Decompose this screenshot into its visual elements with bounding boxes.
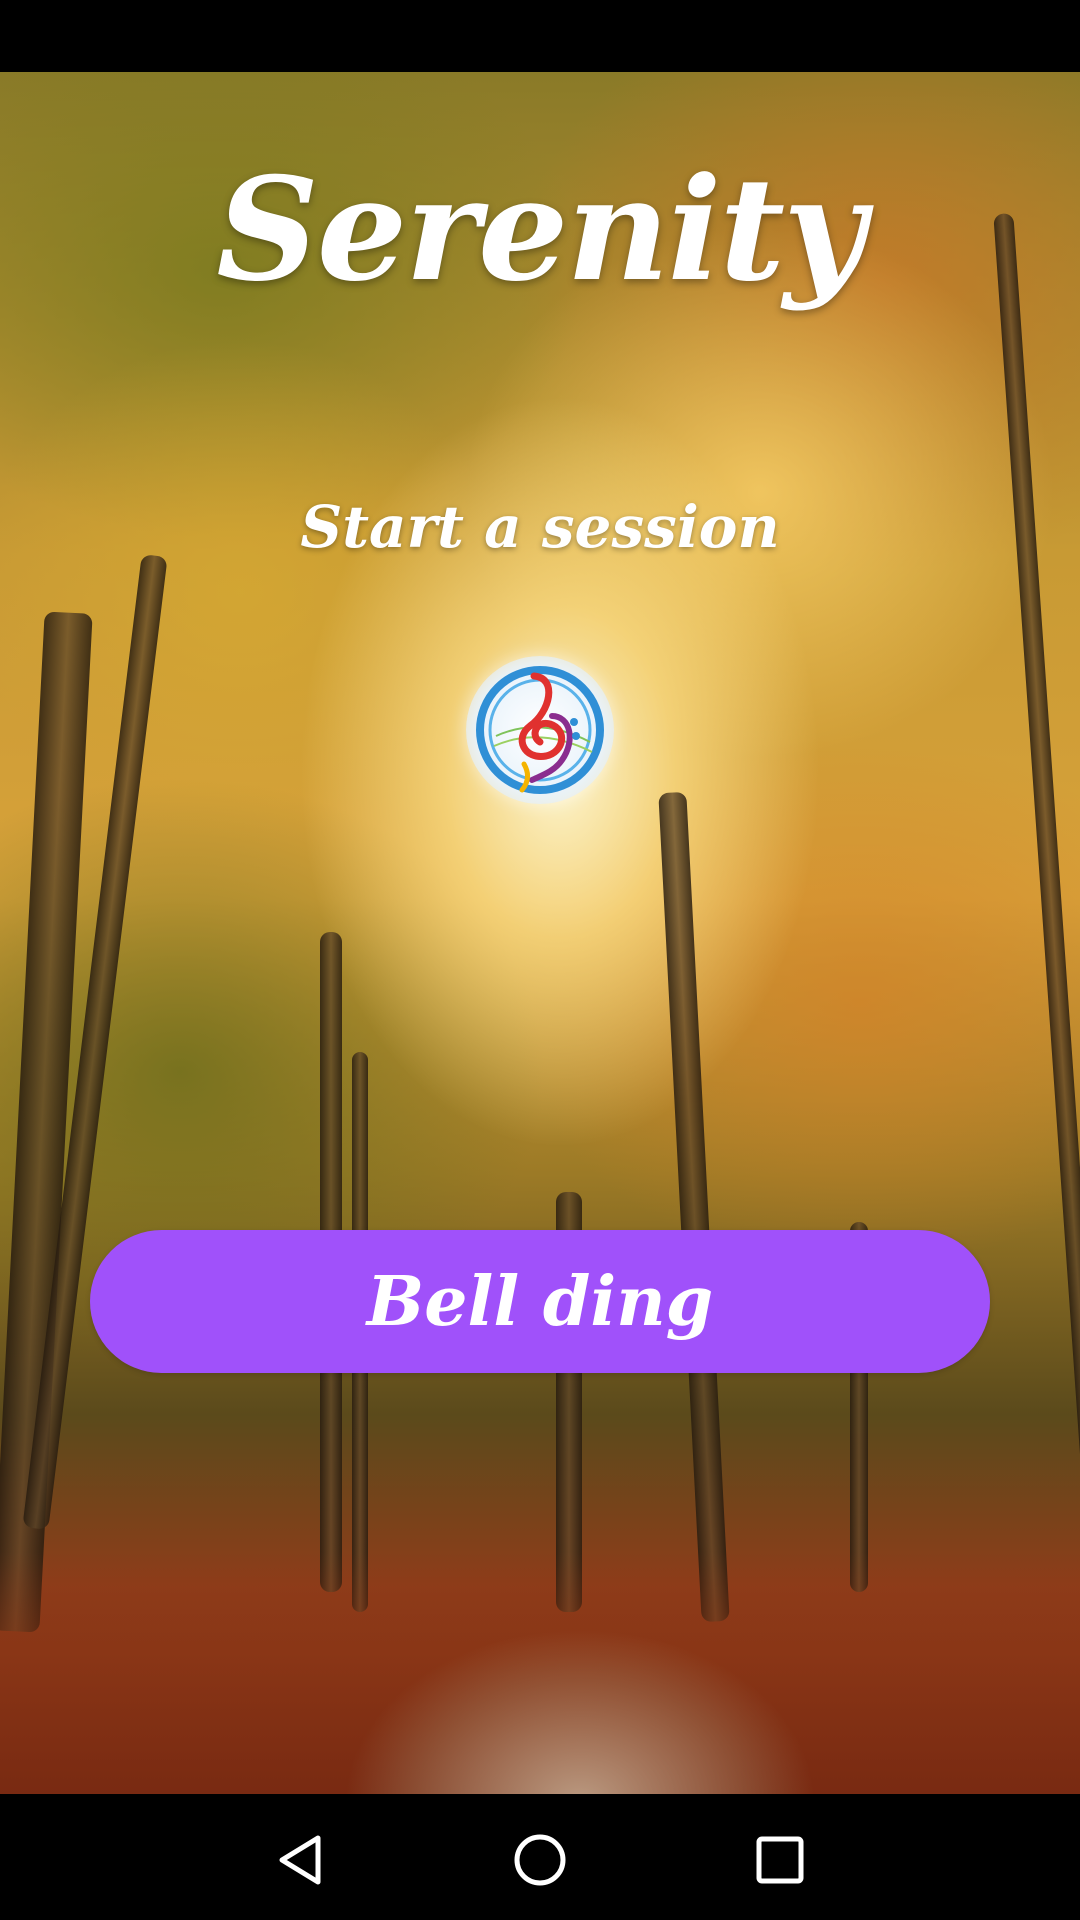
forest-background — [0, 72, 1080, 1794]
recents-square-icon[interactable] — [744, 1824, 816, 1896]
session-subtitle: Start a session — [300, 493, 780, 561]
status-bar — [0, 0, 1080, 72]
tree-trunk — [993, 212, 1080, 1552]
app-screen: Serenity Start a session Bell ding — [0, 0, 1080, 1920]
system-nav-bar — [0, 1794, 1080, 1920]
back-triangle-icon[interactable] — [264, 1824, 336, 1896]
tree-trunk — [658, 791, 730, 1623]
music-swirl-logo-icon — [466, 656, 614, 804]
app-title: Serenity — [216, 147, 865, 313]
home-circle-icon[interactable] — [504, 1824, 576, 1896]
leaf-covered-ground — [0, 1552, 1080, 1794]
bell-ding-button[interactable]: Bell ding — [90, 1230, 990, 1373]
